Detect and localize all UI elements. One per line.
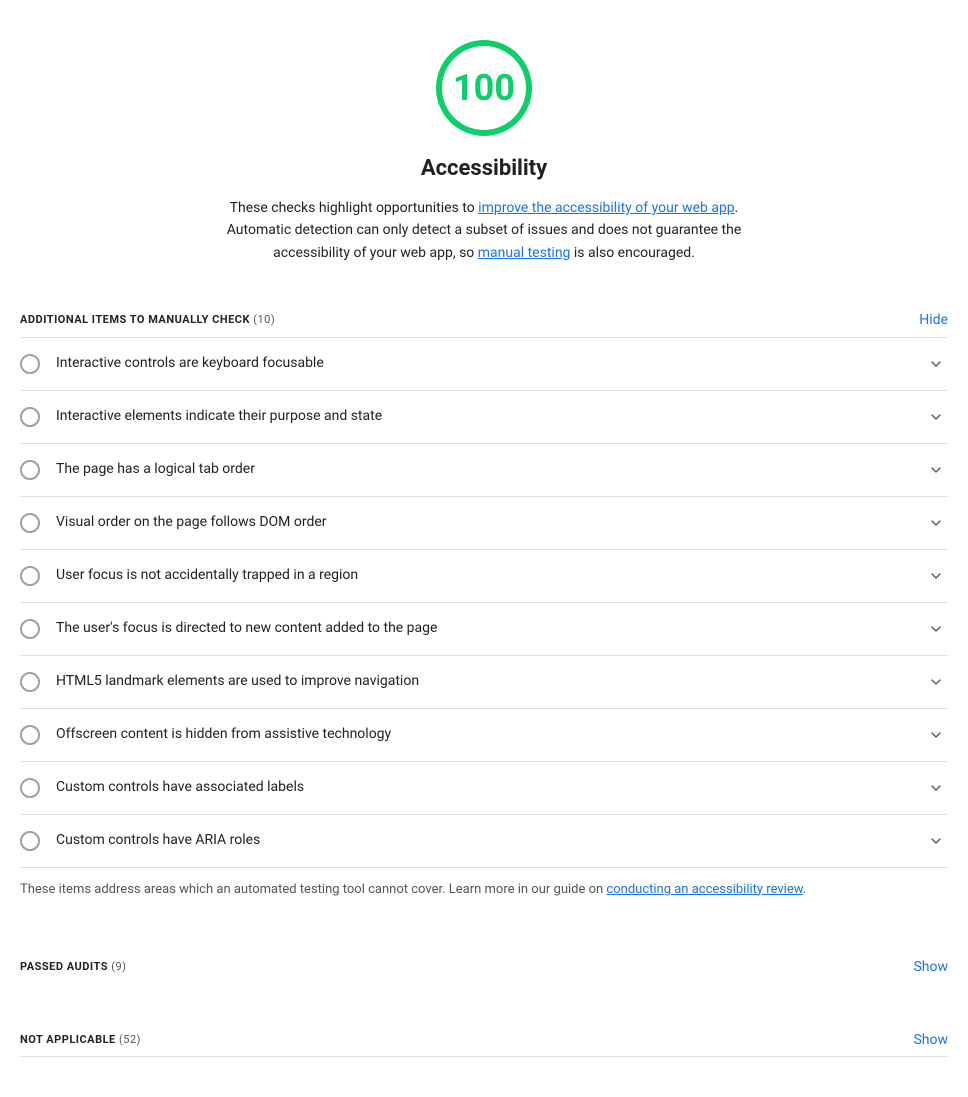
audit-label: The user's focus is directed to new cont… [56,618,924,639]
not-applicable-header: NOT APPLICABLE (52) Show [20,1016,948,1057]
score-section: 100 Accessibility These checks highlight… [20,40,948,264]
chevron-down-icon [924,670,948,694]
passed-audits-count: (9) [111,960,126,973]
accessibility-review-link[interactable]: conducting an accessibility review [606,882,802,897]
manual-note: These items address areas which an autom… [20,868,948,912]
manual-check-title: ADDITIONAL ITEMS TO MANUALLY CHECK (10) [20,312,275,329]
chevron-down-icon [924,511,948,535]
chevron-down-icon [924,458,948,482]
audit-label: The page has a logical tab order [56,459,924,480]
audit-status-icon [20,778,40,798]
audit-item-offscreen-content[interactable]: Offscreen content is hidden from assisti… [20,709,948,762]
audit-item-aria-roles[interactable]: Custom controls have ARIA roles [20,815,948,868]
not-applicable-section: NOT APPLICABLE (52) Show [20,1016,948,1058]
chevron-down-icon [924,352,948,376]
audit-item-purpose-and-state[interactable]: Interactive elements indicate their purp… [20,391,948,444]
score-value: 100 [453,61,515,115]
audit-item-associated-labels[interactable]: Custom controls have associated labels [20,762,948,815]
hide-manual-button[interactable]: Hide [919,312,948,328]
audit-status-icon [20,566,40,586]
audit-status-icon [20,354,40,374]
audit-label: Interactive elements indicate their purp… [56,406,924,427]
audit-item-dom-order[interactable]: Visual order on the page follows DOM ord… [20,497,948,550]
audit-label: HTML5 landmark elements are used to impr… [56,671,924,692]
audit-status-icon [20,407,40,427]
passed-audits-title: PASSED AUDITS (9) [20,959,127,976]
audit-status-icon [20,619,40,639]
chevron-down-icon [924,723,948,747]
audit-label: Custom controls have ARIA roles [56,830,924,851]
chevron-down-icon [924,405,948,429]
audit-item-landmark-elements[interactable]: HTML5 landmark elements are used to impr… [20,656,948,709]
audit-label: Interactive controls are keyboard focusa… [56,353,924,374]
manual-testing-link[interactable]: manual testing [478,245,571,261]
audit-label: Visual order on the page follows DOM ord… [56,512,924,533]
audit-item-tab-order[interactable]: The page has a logical tab order [20,444,948,497]
page-container: 100 Accessibility These checks highlight… [0,0,968,1097]
audit-item-keyboard-focusable[interactable]: Interactive controls are keyboard focusa… [20,338,948,391]
manual-check-section-header: ADDITIONAL ITEMS TO MANUALLY CHECK (10) … [20,296,948,337]
audit-status-icon [20,460,40,480]
audit-item-focus-new-content[interactable]: The user's focus is directed to new cont… [20,603,948,656]
passed-audits-header: PASSED AUDITS (9) Show [20,943,948,984]
audit-status-icon [20,831,40,851]
score-description: These checks highlight opportunities to … [224,197,744,264]
show-not-applicable-button[interactable]: Show [913,1032,948,1048]
audit-label: Offscreen content is hidden from assisti… [56,724,924,745]
chevron-down-icon [924,617,948,641]
show-passed-button[interactable]: Show [913,959,948,975]
score-title: Accessibility [421,152,547,185]
audit-label: User focus is not accidentally trapped i… [56,565,924,586]
audit-label: Custom controls have associated labels [56,777,924,798]
audit-status-icon [20,725,40,745]
improve-accessibility-link[interactable]: improve the accessibility of your web ap… [478,200,735,216]
chevron-down-icon [924,564,948,588]
not-applicable-count: (52) [119,1033,141,1046]
audit-item-focus-trap[interactable]: User focus is not accidentally trapped i… [20,550,948,603]
not-applicable-title: NOT APPLICABLE (52) [20,1032,141,1049]
audit-status-icon [20,513,40,533]
chevron-down-icon [924,829,948,853]
audit-status-icon [20,672,40,692]
score-circle: 100 [436,40,532,136]
passed-audits-section: PASSED AUDITS (9) Show [20,943,948,984]
audit-list: Interactive controls are keyboard focusa… [20,337,948,868]
chevron-down-icon [924,776,948,800]
manual-check-count: (10) [253,313,275,326]
